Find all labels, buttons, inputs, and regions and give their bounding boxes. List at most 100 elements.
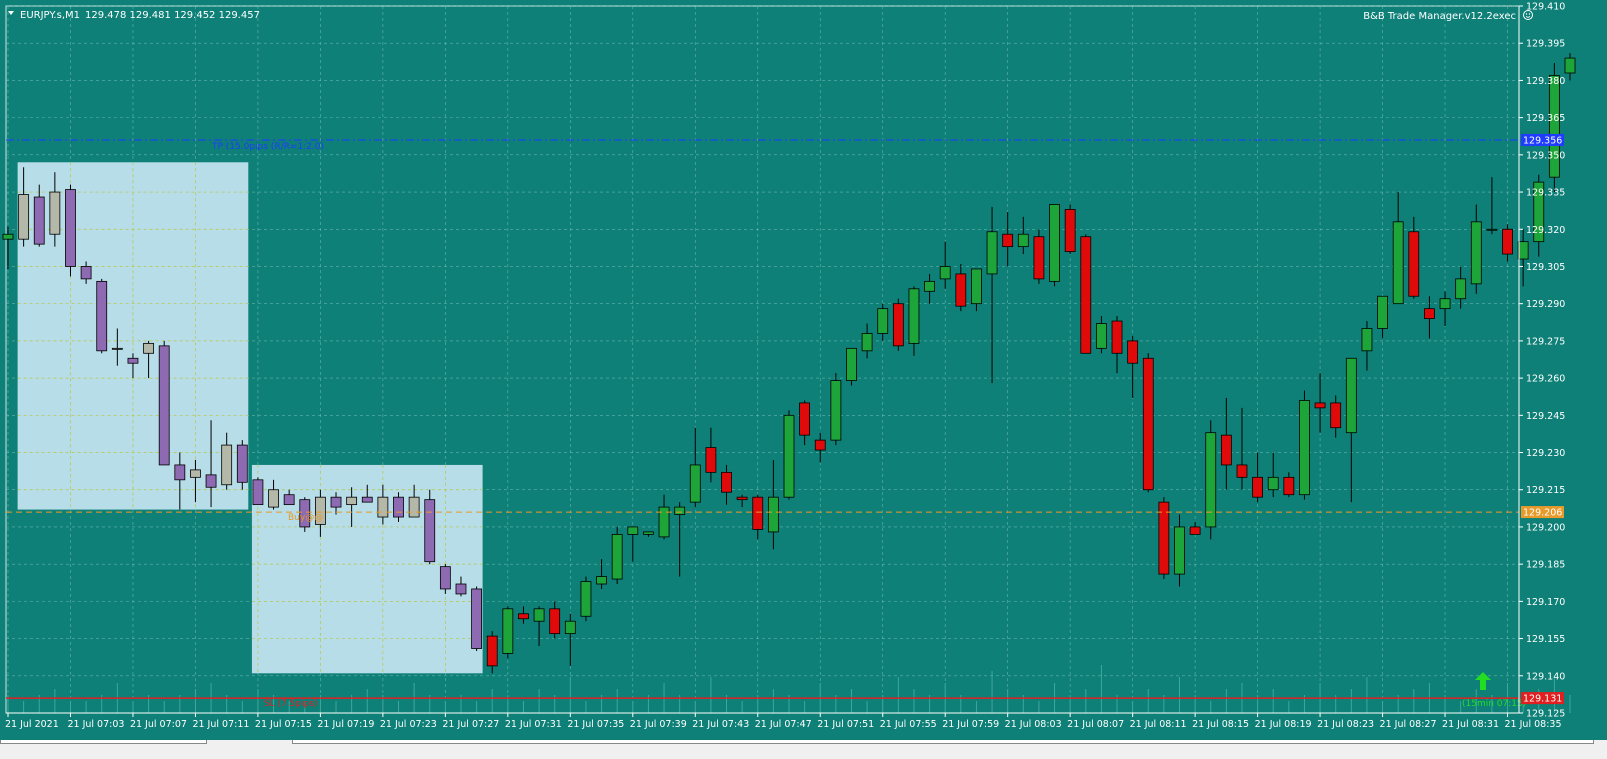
time-tick-label: 21 Jul 07:15	[255, 719, 312, 730]
candle-body	[143, 342, 154, 354]
signal-label: (15min 07:15)	[1462, 699, 1526, 709]
time-tick-label: 21 Jul 07:51	[817, 719, 874, 730]
chart-tab[interactable]	[292, 740, 1594, 744]
candle-body	[268, 489, 279, 508]
candle-body	[1486, 228, 1498, 231]
candle-body	[549, 608, 561, 635]
candle-body	[65, 189, 76, 267]
price-tick-label: 129.155	[1526, 634, 1565, 645]
candle-body	[877, 308, 889, 334]
candle-body	[846, 347, 857, 381]
candle-body	[1064, 209, 1076, 252]
price-tick-label: 129.185	[1526, 560, 1565, 571]
time-tick-label: 21 Jul 08:03	[1005, 719, 1062, 730]
candle-body	[721, 471, 732, 493]
entry-price-label: 129.206	[1523, 508, 1562, 519]
candle-body	[1424, 308, 1435, 319]
candle-body	[1564, 57, 1576, 74]
candle-body	[830, 380, 842, 441]
time-tick-label: 21 Jul 08:27	[1380, 719, 1437, 730]
candle-body	[861, 333, 873, 352]
indicator-label: B&B Trade Manager.v12.2exec	[1363, 11, 1516, 22]
trading-chart-window: TP (15.0pips (R/R=1:2.0) Buy@@ SL (7.5pi…	[0, 0, 1607, 759]
price-tick-label: 129.305	[1526, 262, 1565, 273]
candle-body	[939, 266, 951, 280]
time-tick-label: 21 Jul 07:59	[942, 719, 999, 730]
candle-body	[1033, 236, 1045, 280]
candle-body	[424, 499, 436, 563]
candle-body	[611, 533, 623, 580]
candle-body	[1252, 476, 1263, 498]
price-tick-label: 129.275	[1526, 336, 1565, 347]
candle-body	[1361, 328, 1373, 352]
candle-body	[80, 266, 92, 280]
time-tick-label: 21 Jul 2021	[5, 719, 59, 730]
price-tick-label: 129.350	[1526, 150, 1565, 161]
candle-body	[689, 464, 701, 503]
candle-body	[1236, 464, 1248, 478]
symbol-label: EURJPY.s,M1	[20, 10, 80, 21]
candle-body	[1470, 221, 1482, 285]
candle-body	[908, 288, 920, 344]
candle-body	[236, 444, 248, 483]
chart-tab[interactable]	[0, 740, 207, 744]
price-tick-label: 129.140	[1526, 671, 1565, 682]
price-tick-label: 129.290	[1526, 299, 1565, 310]
time-tick-label: 21 Jul 07:07	[130, 719, 187, 730]
candle-body	[1283, 476, 1295, 496]
price-tick-label: 129.125	[1526, 709, 1565, 720]
price-tick-label: 129.335	[1526, 188, 1565, 199]
time-tick-label: 21 Jul 08:31	[1442, 719, 1499, 730]
candle-body	[955, 273, 967, 307]
price-chart[interactable]: TP (15.0pips (R/R=1:2.0) Buy@@ SL (7.5pi…	[0, 0, 1607, 740]
candle-body	[1220, 434, 1232, 466]
price-tick-label: 129.245	[1526, 411, 1565, 422]
candle-body	[1408, 231, 1420, 297]
candle-body	[1158, 501, 1170, 575]
candle-body	[736, 496, 748, 501]
candle-body	[1049, 204, 1060, 282]
candle-body	[377, 496, 389, 518]
candle-body	[518, 613, 529, 620]
candle-body	[174, 464, 186, 481]
time-tick-label: 21 Jul 07:31	[505, 719, 562, 730]
candle-body	[283, 494, 295, 506]
time-tick-label: 21 Jul 07:35	[567, 719, 624, 730]
candle-body	[408, 496, 420, 518]
candle-body	[1142, 357, 1154, 491]
price-tick-label: 129.365	[1526, 113, 1565, 124]
candle-body	[1377, 295, 1388, 329]
candle-body	[330, 496, 342, 508]
quote-label: 129.478 129.481 129.452 129.457	[85, 10, 260, 21]
candle-body	[1314, 402, 1326, 409]
candle-body	[1502, 228, 1513, 255]
candle-body	[205, 474, 217, 488]
chart-tabs-bar[interactable]	[0, 740, 1607, 759]
candle-body	[49, 191, 61, 235]
time-tick-label: 21 Jul 08:23	[1317, 719, 1374, 730]
time-tick-label: 21 Jul 07:55	[880, 719, 937, 730]
price-tick-label: 129.215	[1526, 485, 1565, 496]
candle-body	[190, 469, 201, 478]
candle-body	[814, 439, 826, 451]
candle-body	[533, 608, 545, 622]
time-tick-label: 21 Jul 08:15	[1192, 719, 1249, 730]
candle-body	[705, 447, 717, 473]
candle-body	[674, 506, 686, 515]
candle-body	[33, 196, 45, 245]
candle-body	[596, 576, 607, 585]
candle-body	[1002, 233, 1014, 248]
candle-body	[1548, 75, 1560, 178]
tp-label: TP (15.0pips (R/R=1:2.0)	[211, 142, 324, 152]
candle-body	[221, 444, 233, 486]
candle-body	[502, 608, 514, 654]
candle-body	[1455, 278, 1467, 300]
price-tick-label: 129.410	[1526, 2, 1565, 13]
price-tick-label: 129.320	[1526, 225, 1565, 236]
candle-body	[158, 345, 170, 466]
candle-body	[96, 280, 108, 352]
candle-body	[971, 268, 982, 305]
candle-body	[111, 347, 123, 350]
price-tick-label: 129.170	[1526, 597, 1565, 608]
time-tick-label: 21 Jul 07:39	[630, 719, 687, 730]
